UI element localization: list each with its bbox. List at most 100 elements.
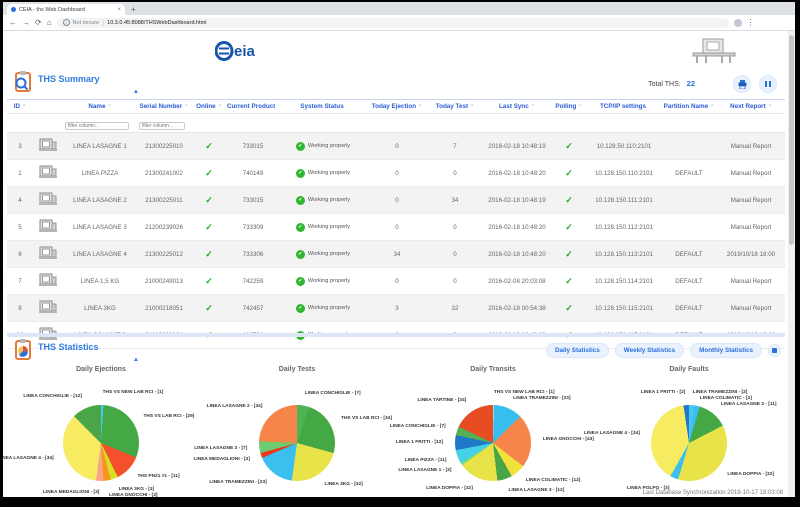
table-row[interactable]: 7 LINEA 1,5 KG21000249013✓742259✔Working… bbox=[7, 268, 785, 295]
ths-summary-table: ID Name Serial Number Online Current Pro… bbox=[7, 99, 785, 349]
table-row[interactable]: 6 LINEA LASAGNE 421300225012✓733306✔Work… bbox=[7, 241, 785, 268]
page-scrollbar[interactable] bbox=[788, 31, 795, 497]
cell-tcpip: 10.128.150.114:2101 bbox=[587, 268, 661, 295]
back-icon[interactable]: ← bbox=[9, 19, 17, 27]
cell-id: 5 bbox=[7, 214, 33, 241]
pie-slice-label: LINEA MEDAGLIONI - [3] bbox=[43, 490, 99, 495]
col-name[interactable]: Name bbox=[63, 100, 137, 114]
browser-menu-icon[interactable]: ⋮ bbox=[747, 18, 755, 27]
pie-slice-label: LINEA TRAMEZZINI - [23] bbox=[209, 480, 266, 485]
chart-daily-tests: Daily Tests LINEA CONCHIGLIE - [7]THS VS… bbox=[199, 363, 395, 497]
col-test[interactable]: Today Test bbox=[427, 100, 483, 114]
col-serial[interactable]: Serial Number bbox=[137, 100, 191, 114]
cell-partition bbox=[661, 133, 717, 160]
filter-spacer bbox=[7, 114, 33, 133]
cell-serial: 21300225011 bbox=[137, 187, 191, 214]
statistics-buttons: Daily Statistics Weekly Statistics Month… bbox=[546, 343, 781, 358]
online-check-icon: ✓ bbox=[191, 295, 227, 322]
info-icon[interactable]: i bbox=[63, 19, 70, 26]
table-horizontal-scrollbar[interactable] bbox=[7, 333, 785, 337]
col-id[interactable]: ID bbox=[7, 100, 33, 114]
polling-check-icon: ✓ bbox=[551, 241, 587, 268]
table-row[interactable]: 8 LINEA 3KG21000218051✓742457✔Working pr… bbox=[7, 295, 785, 322]
cell-product: 733306 bbox=[227, 241, 279, 268]
pie-slice-label: LINEA DOPPIA - [32] bbox=[426, 486, 473, 491]
pie-slice-label: LINEA COLIMATIC - [2] bbox=[700, 396, 752, 401]
daily-statistics-button[interactable]: Daily Statistics bbox=[546, 343, 609, 358]
dashboard-page: eia THS Summary bbox=[3, 31, 795, 497]
cell-tcpip: 10.128.150.111:2101 bbox=[587, 187, 661, 214]
new-tab-button[interactable]: + bbox=[131, 5, 136, 14]
tab-favicon-icon bbox=[11, 7, 16, 12]
cell-tcpip: 10.128.150.115:2101 bbox=[587, 295, 661, 322]
cell-id: 4 bbox=[7, 187, 33, 214]
cell-lastsync: 2016-02-18 00:54:38 bbox=[483, 295, 551, 322]
url-input[interactable]: i Not secure 10.3.0.45:8088/THSWebDashbo… bbox=[57, 18, 729, 28]
cell-nextreport: Manual Report bbox=[717, 160, 785, 187]
cell-id: 7 bbox=[7, 268, 33, 295]
svg-text:eia: eia bbox=[234, 43, 256, 60]
ths-statistics-icon bbox=[13, 339, 33, 361]
col-product[interactable]: Current Product bbox=[227, 100, 279, 114]
col-online[interactable]: Online bbox=[191, 100, 227, 114]
browser-window: CEIA - ths Web Dashboard × + ← → ⟳ ⌂ i N… bbox=[3, 2, 795, 497]
chart-daily-faults: Daily Faults LINEA TRAMEZZINI - [2]LINEA… bbox=[591, 363, 787, 497]
forward-icon[interactable]: → bbox=[22, 19, 30, 27]
col-polling[interactable]: Polling bbox=[551, 100, 587, 114]
col-ejection[interactable]: Today Ejection bbox=[367, 100, 427, 114]
print-button[interactable] bbox=[733, 75, 751, 93]
chart-title: Daily Ejections bbox=[3, 366, 199, 373]
machine-thumbnail bbox=[33, 268, 63, 295]
cell-nextreport: Manual Report bbox=[717, 133, 785, 160]
status-badge: ✔Working properly bbox=[279, 241, 367, 268]
address-bar: ← → ⟳ ⌂ i Not secure 10.3.0.45:8088/THSW… bbox=[3, 15, 795, 31]
serial-filter-input[interactable] bbox=[139, 122, 185, 130]
page-scrollbar-thumb[interactable] bbox=[789, 35, 794, 245]
profile-avatar[interactable] bbox=[734, 19, 742, 27]
cell-serial: 21000218051 bbox=[137, 295, 191, 322]
polling-check-icon: ✓ bbox=[551, 160, 587, 187]
browser-tab[interactable]: CEIA - ths Web Dashboard × bbox=[7, 4, 125, 15]
cell-id: 1 bbox=[7, 160, 33, 187]
machine-thumbnail bbox=[33, 160, 63, 187]
total-ths-value: 22 bbox=[687, 79, 695, 88]
col-partition[interactable]: Partition Name bbox=[661, 100, 717, 114]
pie-slice-label: LINEA MEDAGLIONI - [3] bbox=[193, 457, 249, 462]
cell-name: LINEA 3KG bbox=[63, 295, 137, 322]
pie-slice-label: LINEA CONCHIGLIE - [12] bbox=[23, 394, 81, 399]
cell-serial: 21300225012 bbox=[137, 241, 191, 268]
col-icon bbox=[33, 100, 63, 114]
statistics-action-button[interactable] bbox=[768, 344, 781, 357]
col-status[interactable]: System Status bbox=[279, 100, 367, 114]
url-text: 10.3.0.45:8088/THSWebDashboard.html bbox=[107, 20, 206, 26]
table-row[interactable]: 3 LINEA LASAGNE 121300225010✓733015✔Work… bbox=[7, 133, 785, 160]
ths-statistics-header: THS Statistics bbox=[13, 339, 99, 361]
table-row[interactable]: 4 LINEA LASAGNE 221300225011✓733015✔Work… bbox=[7, 187, 785, 214]
filter-cell bbox=[137, 114, 191, 133]
col-lastsync[interactable]: Last Sync bbox=[483, 100, 551, 114]
ths-machine-image bbox=[691, 37, 737, 70]
close-tab-icon[interactable]: × bbox=[117, 7, 121, 13]
home-icon[interactable]: ⌂ bbox=[47, 19, 52, 27]
ths-summary-title: THS Summary bbox=[38, 74, 100, 84]
cell-id: 8 bbox=[7, 295, 33, 322]
summary-collapse-icon[interactable]: ▲ bbox=[133, 89, 139, 95]
cell-nextreport: Manual Report bbox=[717, 187, 785, 214]
table-row[interactable]: 1 LINEA PIZZA21300241002✓740149✔Working … bbox=[7, 160, 785, 187]
weekly-statistics-button[interactable]: Weekly Statistics bbox=[615, 343, 684, 358]
ths-summary-table-wrap: ID Name Serial Number Online Current Pro… bbox=[7, 99, 785, 349]
online-check-icon: ✓ bbox=[191, 133, 227, 160]
pie-slice-label: LINEA TRAMEZZINI - [23] bbox=[513, 396, 570, 401]
cell-serial: 21000249013 bbox=[137, 268, 191, 295]
cell-product: 740149 bbox=[227, 160, 279, 187]
name-filter-input[interactable] bbox=[65, 122, 129, 130]
table-row[interactable]: 5 LINEA LASAGNE 321200239026✓733309✔Work… bbox=[7, 214, 785, 241]
col-nextreport[interactable]: Next Report bbox=[717, 100, 785, 114]
online-check-icon: ✓ bbox=[191, 187, 227, 214]
col-tcpip[interactable]: TCP/IP settings bbox=[587, 100, 661, 114]
cell-nextreport: 2019/10/18 18:00 bbox=[717, 241, 785, 268]
cell-ejection: 0 bbox=[367, 268, 427, 295]
reload-icon[interactable]: ⟳ bbox=[35, 19, 42, 27]
monthly-statistics-button[interactable]: Monthly Statistics bbox=[690, 343, 762, 358]
pause-polling-button[interactable] bbox=[759, 75, 777, 93]
